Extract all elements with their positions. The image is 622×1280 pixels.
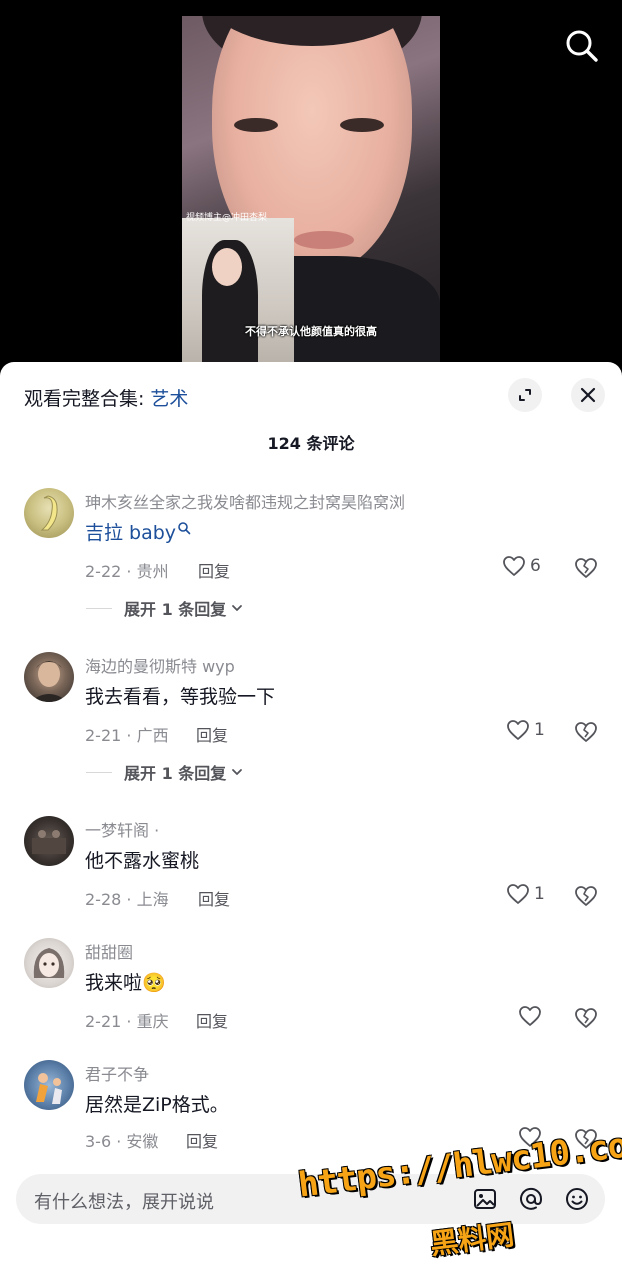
expand-replies-button[interactable]: 展开 1 条回复 [86,760,244,784]
avatar-anime-image [33,948,65,978]
video-subtitle: 不得不承认他颜值真的很高 [245,325,377,338]
chevron-down-icon [232,605,243,611]
like-button[interactable]: 1 [506,883,545,905]
comment-search-term[interactable]: 吉拉 baby [85,518,176,545]
chevron-down-icon [232,769,243,775]
like-button[interactable] [518,1126,546,1148]
avatar[interactable] [24,1060,74,1110]
video-player[interactable]: 视频博主@冲田杏梨 不得不承认他颜值真的很高 [0,0,622,380]
comment-date-location: 2-22 · 贵州 [85,562,169,581]
close-icon [580,387,596,403]
image-icon[interactable] [471,1185,499,1213]
reply-button[interactable]: 回复 [196,1008,228,1032]
expand-icon [519,389,531,401]
comment-username[interactable]: 甜甜圈 [85,939,133,963]
reply-button[interactable]: 回复 [198,558,230,582]
avatar[interactable] [24,652,74,702]
heart-icon [519,1127,541,1147]
expand-replies-label: 展开 1 条回复 [124,764,227,783]
avatar-room-image [32,830,66,854]
comment-date-location: 3-6 · 安徽 [85,1132,159,1151]
avatar-banana-image [40,495,58,531]
comment-username[interactable]: 海边的曼彻斯特 wyp [85,653,235,677]
comments-panel: 观看完整合集: 艺术 124 条评论 珅木亥丝全家之我发啥都违规之封窝昊陷窝浏 吉… [0,362,622,1280]
heart-icon [503,556,525,576]
emoji-icon[interactable] [563,1185,591,1213]
comment-text: 我来啦🥺 [85,972,166,994]
expand-replies-label: 展开 1 条回复 [124,600,227,619]
collection-row[interactable]: 观看完整合集: 艺术 [24,384,188,411]
pip-face [212,248,242,286]
collection-prefix: 观看完整合集: [24,388,145,410]
broken-heart-icon[interactable] [573,1126,599,1152]
avatar[interactable] [24,488,74,538]
comment-count: 124 条评论 [267,434,355,453]
expand-button[interactable] [508,378,542,412]
video-frame[interactable]: 视频博主@冲田杏梨 不得不承认他颜值真的很高 [182,16,440,364]
pip-video [182,218,294,364]
search-icon [566,30,598,62]
heart-icon [507,720,529,740]
avatar-sports-image [36,1073,62,1104]
reply-button[interactable]: 回复 [198,886,230,910]
search-small-icon[interactable] [177,521,191,535]
expand-divider [86,771,112,773]
comment-username[interactable]: 君子不争 [85,1061,149,1085]
broken-heart-icon[interactable] [573,1005,599,1031]
heart-icon [507,884,529,904]
pip-caption: 视频博主@冲田杏梨 [186,213,268,223]
comment-input-placeholder: 有什么想法，展开说说 [34,1192,214,1213]
expand-divider [86,607,112,609]
like-button[interactable] [518,1005,546,1027]
broken-heart-icon[interactable] [573,555,599,581]
comment-date-location: 2-21 · 重庆 [85,1012,169,1031]
comment-username[interactable]: 一梦轩阁 · [85,817,159,841]
expand-replies-button[interactable]: 展开 1 条回复 [86,596,244,620]
video-lips [294,231,354,249]
comment-date-location: 2-21 · 广西 [85,726,169,745]
like-count: 6 [530,556,541,576]
avatar-man-image [30,661,68,702]
comment-text: 居然是ZiP格式。 [85,1094,229,1116]
comment-input[interactable]: 有什么想法，展开说说 [16,1174,605,1224]
video-eye-right [340,118,384,132]
comment-text: 他不露水蜜桃 [85,850,200,872]
comment-text: 吉拉 baby [85,518,191,545]
like-count: 1 [534,720,545,740]
like-button[interactable]: 1 [506,719,545,741]
reply-button[interactable]: 回复 [186,1128,218,1152]
close-button[interactable] [571,378,605,412]
like-button[interactable]: 6 [502,555,541,577]
video-eye-left [234,118,278,132]
comment-username[interactable]: 珅木亥丝全家之我发啥都违规之封窝昊陷窝浏 [85,489,405,513]
broken-heart-icon[interactable] [573,719,599,745]
reply-button[interactable]: 回复 [196,722,228,746]
search-button[interactable] [562,26,602,66]
like-count: 1 [534,884,545,904]
broken-heart-icon[interactable] [573,883,599,909]
comment-text: 我去看看，等我验一下 [85,686,276,708]
at-icon[interactable] [517,1185,545,1213]
collection-link[interactable]: 艺术 [150,388,188,410]
avatar[interactable] [24,938,74,988]
heart-icon [519,1006,541,1026]
comment-date-location: 2-28 · 上海 [85,890,169,909]
avatar[interactable] [24,816,74,866]
input-icons [471,1185,591,1213]
